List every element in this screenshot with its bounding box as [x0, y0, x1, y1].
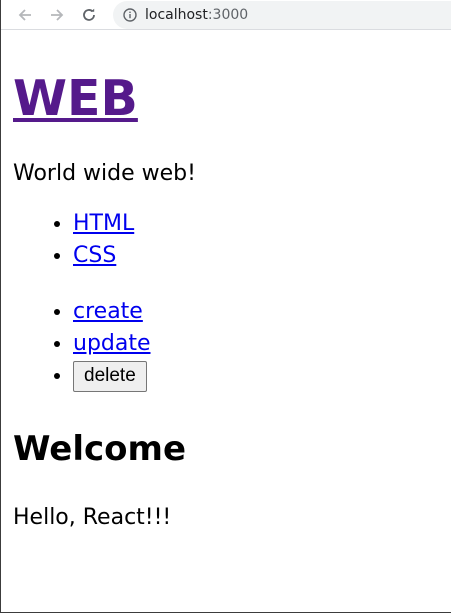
list-item: delete: [73, 360, 451, 392]
delete-button[interactable]: delete: [73, 360, 147, 392]
list-item: CSS: [73, 240, 451, 272]
arrow-right-icon: [51, 8, 64, 21]
article-title: Welcome: [13, 429, 187, 469]
url-port: :3000: [207, 6, 249, 23]
article-body: Hello, React!!!: [13, 505, 172, 530]
info-icon: [123, 7, 137, 22]
arrow-left-icon: [18, 8, 31, 21]
topic-link-css[interactable]: CSS: [73, 243, 116, 268]
address-bar[interactable]: localhost:3000: [113, 0, 451, 29]
intro-text: World wide web!: [13, 161, 196, 186]
browser-toolbar: localhost:3000: [1, 0, 451, 30]
create-link[interactable]: create: [73, 299, 143, 324]
back-button[interactable]: [11, 1, 39, 29]
page-content: WEB World wide web! HTML CSS create upda…: [1, 70, 451, 532]
reload-button[interactable]: [75, 1, 103, 29]
topic-list: HTML CSS: [13, 208, 451, 272]
site-title: WEB: [13, 70, 451, 128]
list-item: create: [73, 296, 451, 328]
url-text: localhost:3000: [145, 7, 248, 23]
list-item: update: [73, 328, 451, 360]
url-host: localhost: [145, 6, 208, 23]
control-list: create update delete: [13, 296, 451, 392]
forward-button[interactable]: [43, 1, 71, 29]
reload-icon: [83, 8, 95, 21]
update-link[interactable]: update: [73, 331, 151, 356]
site-title-link[interactable]: WEB: [13, 70, 138, 127]
topic-link-html[interactable]: HTML: [73, 211, 134, 236]
list-item: HTML: [73, 208, 451, 240]
browser-window: localhost:3000 WEB World wide web! HTML …: [0, 0, 451, 613]
